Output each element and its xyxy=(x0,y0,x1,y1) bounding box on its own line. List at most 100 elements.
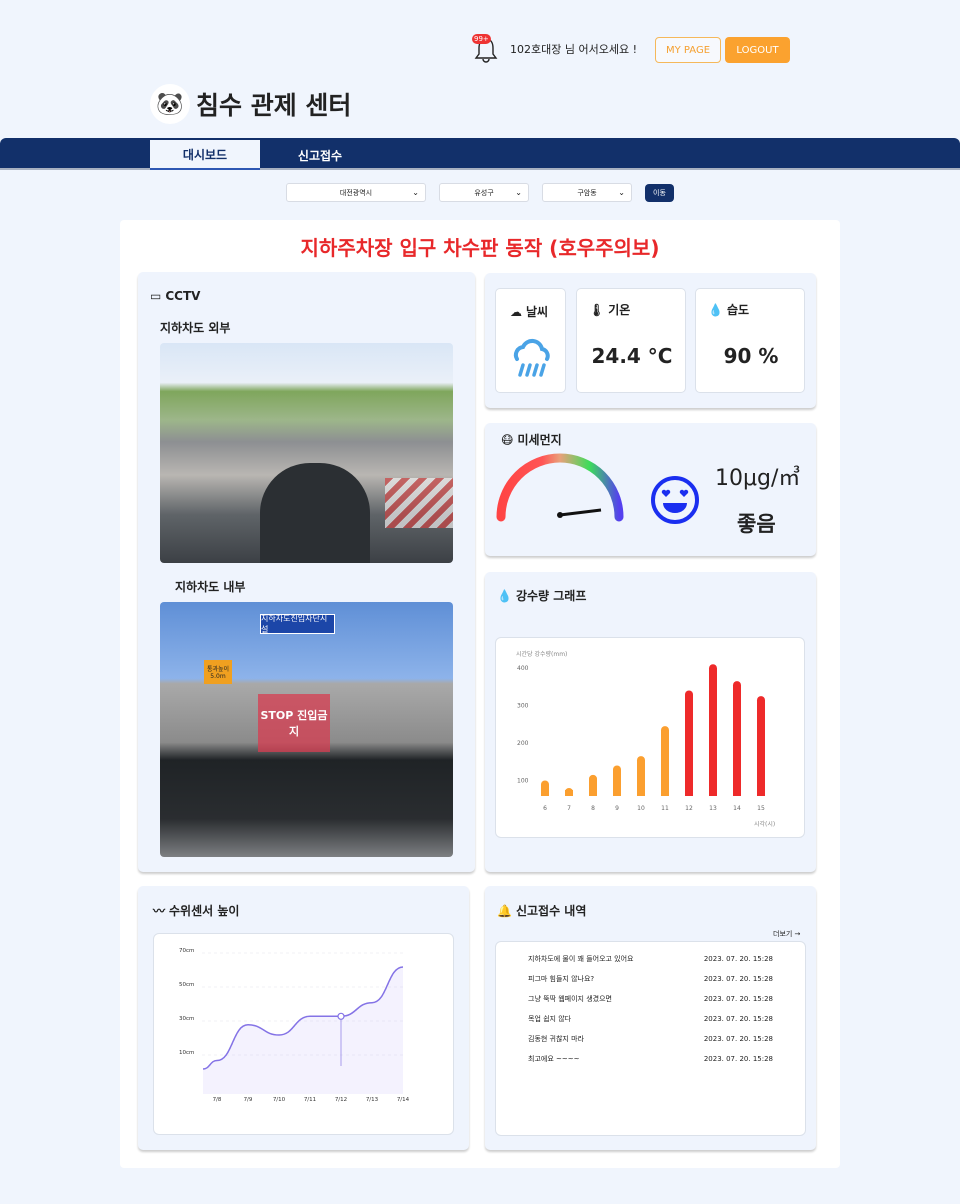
district-select[interactable]: 유성구 ⌄ xyxy=(439,183,529,202)
report-text: 지하차도에 물이 꽤 들어오고 있어요 xyxy=(528,955,634,963)
rain-card: 💧 강수량 그래프 시간당 강수량(mm) 시각(시) 100 200 300 400 6 7 8… xyxy=(485,572,816,872)
my-page-button[interactable]: MY PAGE xyxy=(655,37,721,63)
x-tick-label: 14 xyxy=(733,805,741,812)
report-text: 김동현 귀찮지 마라 xyxy=(528,1035,584,1043)
y-tick-label: 30cm xyxy=(179,1016,194,1022)
report-item[interactable]: 그냥 뚝딱 웹페이지 생겼으면 2023. 07. 20. 15:28 xyxy=(528,989,773,1009)
rain-cloud-icon xyxy=(513,338,550,377)
temperature-box: 🌡 기온 24.4 °C xyxy=(576,288,686,393)
x-tick-label: 7/8 xyxy=(213,1097,222,1103)
chevron-down-icon: ⌄ xyxy=(618,188,625,197)
x-tick-label: 7/12 xyxy=(335,1097,347,1103)
x-axis-label: 시각(시) xyxy=(754,821,775,828)
go-button[interactable]: 이동 xyxy=(645,184,674,202)
droplet-icon: 💧 xyxy=(497,588,512,603)
thermometer-icon: 🌡 xyxy=(589,302,605,317)
dust-gauge xyxy=(496,453,624,522)
height-sign: 통과높이 5.0m xyxy=(204,660,232,684)
mask-icon: 😷 xyxy=(501,432,514,447)
reports-title: 🔔 신고접수 내역 xyxy=(497,902,586,919)
x-tick-label: 7/13 xyxy=(366,1097,379,1103)
report-text: 피그마 힘들지 않나요? xyxy=(528,975,595,983)
report-text: 그냥 뚝딱 웹페이지 생겼으면 xyxy=(528,995,612,1003)
report-date: 2023. 07. 20. 15:28 xyxy=(703,1055,773,1063)
x-tick-label: 10 xyxy=(637,805,645,812)
x-tick-label: 6 xyxy=(543,805,547,812)
y-tick-label: 70cm xyxy=(179,948,194,954)
reports-card: 🔔 신고접수 내역 더보기 → 지하차도에 물이 꽤 들어오고 있어요 2023. … xyxy=(485,886,816,1150)
bar-base xyxy=(637,790,645,796)
report-item[interactable]: 김동현 귀찮지 마라 2023. 07. 20. 15:28 xyxy=(528,1029,773,1049)
weather-title-text: 날씨 xyxy=(526,305,549,319)
reports-title-text: 신고접수 내역 xyxy=(515,904,587,918)
notification-badge: 99+ xyxy=(472,34,491,44)
page-title: 침수 관제 센터 xyxy=(196,91,352,120)
rain-bar-chart: 시간당 강수량(mm) 시각(시) 100 200 300 400 6 7 8 9 10 11 12 13… xyxy=(495,637,805,838)
trend-line-icon: 〰 xyxy=(153,904,166,918)
temp-title: 🌡 기온 xyxy=(589,301,630,318)
bar xyxy=(685,690,693,796)
x-tick-label: 7/14 xyxy=(397,1097,410,1103)
user-bar: 99+ 102호대장 님 어서오세요 ! xyxy=(472,34,637,64)
bar-base xyxy=(589,790,597,796)
report-item[interactable]: 목업 쉽지 않다 2023. 07. 20. 15:28 xyxy=(528,1009,773,1029)
humid-title-text: 습도 xyxy=(726,303,750,317)
report-date: 2023. 07. 20. 15:28 xyxy=(703,975,773,983)
dust-status: 좋음 xyxy=(737,512,776,536)
cloud-icon: ☁ xyxy=(510,304,522,319)
report-text: 최고에요 ~~~~ xyxy=(528,1055,580,1063)
water-title-text: 수위센서 높이 xyxy=(169,904,240,918)
bar-base xyxy=(685,790,693,796)
x-tick-label: 7/10 xyxy=(273,1097,286,1103)
bar-base xyxy=(733,790,741,796)
cctv-outside-feed[interactable] xyxy=(160,343,453,563)
x-tick-label: 13 xyxy=(709,805,717,812)
bar-base xyxy=(613,790,621,796)
weather-box: ☁ 날씨 xyxy=(495,288,566,393)
cctv-inside-feed[interactable]: 지하차도진입차단시설 STOP 진입금지 통과높이 5.0m xyxy=(160,602,453,857)
dong-value: 구암동 xyxy=(577,188,597,197)
panda-logo: 🐼 xyxy=(150,84,190,124)
chevron-down-icon: ⌄ xyxy=(515,188,522,197)
bar-base xyxy=(757,790,765,796)
y-tick-label: 10cm xyxy=(179,1050,194,1056)
dong-select[interactable]: 구암동 ⌄ xyxy=(542,183,632,202)
inside-label: 지하차도 내부 xyxy=(175,580,246,594)
tab-dashboard[interactable]: 대시보드 xyxy=(150,140,260,170)
reports-list: 지하차도에 물이 꽤 들어오고 있어요 2023. 07. 20. 15:28 피그… xyxy=(495,941,806,1136)
logout-button[interactable]: LOGOUT xyxy=(725,37,790,63)
report-date: 2023. 07. 20. 15:28 xyxy=(703,1015,773,1023)
x-tick-label: 15 xyxy=(757,805,765,812)
chevron-down-icon: ⌄ xyxy=(412,188,419,197)
more-link[interactable]: 더보기 → xyxy=(773,929,800,939)
alert-banner: 지하주차장 입구 차수판 동작 (호우주의보) xyxy=(300,236,660,260)
city-value: 대전광역시 xyxy=(339,188,373,197)
report-date: 2023. 07. 20. 15:28 xyxy=(703,1035,773,1043)
weather-card: ☁ 날씨 🌡 기온 24.4 °C 💧 습도 90 % xyxy=(485,273,816,408)
cctv-title-text: CCTV xyxy=(165,289,201,303)
x-tick-label: 7 xyxy=(567,805,571,812)
y-tick-label: 50cm xyxy=(179,982,194,988)
hover-point xyxy=(337,1012,345,1020)
humid-title: 💧 습도 xyxy=(708,301,749,318)
report-item[interactable]: 지하차도에 물이 꽤 들어오고 있어요 2023. 07. 20. 15:28 xyxy=(528,949,773,969)
barrier-sign: 지하차도진입차단시설 xyxy=(260,614,335,634)
bar xyxy=(757,696,765,796)
cctv-card: ▭ CCTV 지하차도 외부 지하차도 내부 지하차도진입차단시설 STOP 진입… xyxy=(138,272,475,872)
temperature-value: 24.4 °C xyxy=(591,344,673,368)
city-select[interactable]: 대전광역시 ⌄ xyxy=(286,183,426,202)
report-text: 목업 쉽지 않다 xyxy=(528,1015,572,1023)
x-tick-label: 12 xyxy=(685,805,693,812)
bell-icon[interactable]: 99+ xyxy=(472,34,500,64)
stop-sign: STOP 진입금지 xyxy=(258,694,330,752)
report-item[interactable]: 최고에요 ~~~~ 2023. 07. 20. 15:28 xyxy=(528,1049,773,1069)
report-item[interactable]: 피그마 힘들지 않나요? 2023. 07. 20. 15:28 xyxy=(528,969,773,989)
x-tick-label: 9 xyxy=(615,805,619,812)
siren-icon: 🔔 xyxy=(497,903,512,918)
report-date: 2023. 07. 20. 15:28 xyxy=(703,995,773,1003)
tab-reports[interactable]: 신고접수 xyxy=(265,140,375,170)
rain-title-text: 강수량 그래프 xyxy=(515,589,587,603)
dust-title-text: 미세먼지 xyxy=(517,433,562,447)
y-tick-label: 400 xyxy=(517,665,529,672)
welcome-text: 102호대장 님 어서오세요 ! xyxy=(510,43,637,56)
